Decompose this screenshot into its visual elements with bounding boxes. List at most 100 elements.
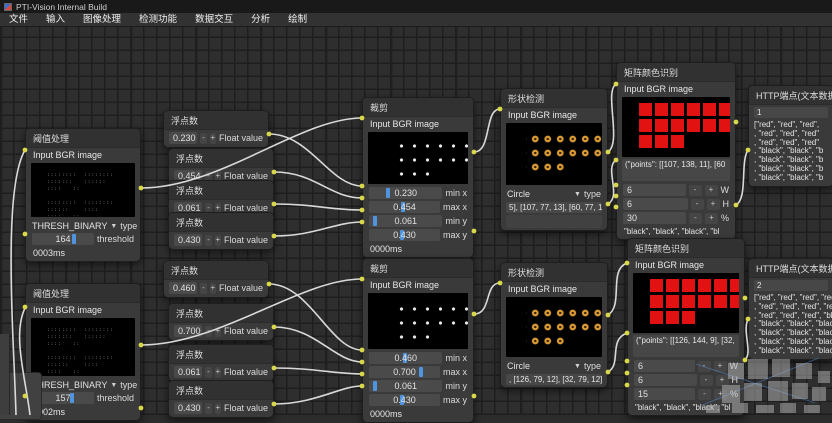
node-title[interactable]: 阈值处理 [26, 284, 140, 303]
shape-detect-node-1[interactable]: 形状检测 Input BGR image Circle ▼ type 5], [… [500, 88, 608, 231]
window-titlebar[interactable]: PTI-Vision Internal Build [0, 0, 832, 13]
endpoint-id-field[interactable]: 1 [754, 107, 828, 118]
points-output-field-2[interactable] [506, 215, 602, 228]
points-output-field[interactable]: , [126, 79, 12], [32, 79, 12], [ [506, 374, 602, 385]
slider-thumb[interactable] [72, 234, 76, 244]
threshold-slider[interactable]: 164 [32, 233, 94, 245]
decrement-button[interactable]: - [205, 403, 211, 414]
decrement-button[interactable]: - [205, 235, 211, 246]
min-y-slider[interactable]: 0.061 [369, 215, 442, 227]
chevron-down-icon[interactable]: ▼ [110, 382, 117, 389]
node-title[interactable]: 浮点数 [169, 381, 273, 400]
increment-button[interactable]: + [705, 213, 718, 224]
decrement-button[interactable]: - [689, 185, 702, 196]
matrix-color-node-2[interactable]: 矩阵颜色识别 Input BGR image ("points": [[126,… [627, 238, 745, 416]
node-title[interactable]: 阈值处理 [26, 129, 140, 148]
min-y-slider[interactable]: 0.061 [369, 380, 442, 392]
node-title[interactable]: 形状检测 [501, 263, 607, 282]
float-value-field[interactable]: 0.700 [174, 325, 202, 337]
min-x-slider[interactable]: 0.460 [369, 352, 442, 364]
max-x-slider[interactable]: 0.700 [369, 366, 440, 378]
decrement-button[interactable]: - [700, 375, 713, 386]
increment-button[interactable]: + [215, 326, 221, 337]
float-node-b2[interactable]: 浮点数 0.700 - + Float value [168, 303, 274, 341]
decrement-button[interactable]: - [200, 133, 206, 144]
menu-draw[interactable]: 绘制 [279, 13, 316, 27]
increment-button[interactable]: + [215, 403, 221, 414]
percent-field[interactable]: 30 [623, 212, 686, 224]
increment-button[interactable]: + [210, 283, 216, 294]
shape-type-value[interactable]: Circle [507, 189, 571, 199]
node-title[interactable]: HTTP端点(文本数据) [749, 259, 832, 278]
menu-data-exchange[interactable]: 数据交互 [186, 13, 242, 27]
decrement-button[interactable]: - [698, 389, 711, 400]
slider-thumb[interactable] [419, 367, 423, 377]
menu-image-processing[interactable]: 图像处理 [74, 13, 130, 27]
points-output-field[interactable]: 5], [107, 77, 13], [60, 77, 13], [506, 202, 602, 213]
min-x-slider[interactable]: 0.230 [369, 187, 442, 199]
threshold-type-value[interactable]: THRESH_BINARY [32, 380, 107, 390]
decrement-button[interactable]: - [691, 199, 704, 210]
float-value-field[interactable]: 0.430 [174, 234, 202, 246]
max-y-slider[interactable]: 0.430 [369, 229, 440, 241]
slider-thumb[interactable] [373, 216, 377, 226]
decrement-button[interactable]: - [205, 326, 211, 337]
points-input-field[interactable]: ("points": [[107, 138, 11], [60 [622, 159, 730, 181]
slider-thumb[interactable] [386, 188, 390, 198]
chevron-down-icon[interactable]: ▼ [574, 363, 581, 370]
http-endpoint-node-2[interactable]: HTTP端点(文本数据) 2 ["red", "red", "red", "re… [748, 258, 832, 360]
crop-node-1[interactable]: 裁剪 Input BGR image 0.230 min x 0.454 max… [362, 97, 474, 258]
float-node-b4[interactable]: 浮点数 0.430 - + Float value [168, 380, 274, 418]
float-value-field[interactable]: 0.460 [169, 282, 197, 294]
float-value-field[interactable]: 0.230 [169, 132, 197, 144]
float-value-field[interactable]: 0.061 [174, 366, 202, 378]
decrement-button[interactable]: - [698, 361, 711, 372]
node-title[interactable]: 形状检测 [501, 89, 607, 108]
matrix-color-node-1[interactable]: 矩阵颜色识别 Input BGR image ("points": [[107,… [616, 62, 736, 240]
node-title[interactable]: 浮点数 [169, 345, 273, 364]
float-node-b1[interactable]: 浮点数 0.460 - + Float value [163, 260, 269, 298]
increment-button[interactable]: + [215, 367, 221, 378]
float-value-field[interactable]: 0.430 [174, 402, 202, 414]
slider-thumb[interactable] [373, 381, 377, 391]
node-title[interactable]: 裁剪 [363, 98, 473, 117]
node-title[interactable]: 矩阵颜色识别 [617, 63, 735, 82]
chevron-down-icon[interactable]: ▼ [574, 191, 581, 198]
endpoint-id-field[interactable]: 2 [754, 280, 828, 291]
node-title[interactable]: 矩阵颜色识别 [628, 239, 744, 258]
percent-field[interactable]: 15 [634, 388, 695, 400]
chevron-down-icon[interactable]: ▼ [110, 223, 117, 230]
increment-button[interactable]: + [716, 375, 729, 386]
h-field[interactable]: 6 [634, 374, 697, 386]
menu-input[interactable]: 输入 [37, 13, 74, 27]
increment-button[interactable]: + [705, 185, 718, 196]
node-title[interactable]: 浮点数 [169, 304, 273, 323]
float-node-b3[interactable]: 浮点数 0.061 - + Float value [168, 344, 274, 382]
threshold-node-2[interactable]: 阈值处理 Input BGR image :::::::: :::::::: :… [25, 283, 141, 421]
increment-button[interactable]: + [215, 235, 221, 246]
points-input-field[interactable]: ("points": [[126, 144, 9], [32, [633, 335, 739, 357]
node-title[interactable]: 浮点数 [169, 149, 273, 168]
node-title[interactable]: 浮点数 [164, 261, 268, 280]
node-title[interactable]: HTTP端点(文本数据 [749, 86, 832, 105]
float-node-a4[interactable]: 浮点数 0.430 - + Float value [168, 212, 274, 250]
decrement-button[interactable]: - [205, 367, 211, 378]
w-field[interactable]: 6 [623, 184, 686, 196]
max-x-slider[interactable]: 0.454 [369, 201, 440, 213]
increment-button[interactable]: + [714, 361, 727, 372]
node-title[interactable]: 浮点数 [169, 181, 273, 200]
node-title[interactable]: 浮点数 [164, 111, 268, 130]
threshold-type-value[interactable]: THRESH_BINARY [32, 221, 107, 231]
threshold-node-1[interactable]: 阈值处理 Input BGR image :::::::: :::::::: :… [25, 128, 141, 262]
menu-file[interactable]: 文件 [0, 13, 37, 27]
increment-button[interactable]: + [707, 199, 720, 210]
increment-button[interactable]: + [714, 389, 727, 400]
shape-type-value[interactable]: Circle [507, 361, 571, 371]
decrement-button[interactable]: - [689, 213, 702, 224]
max-y-slider[interactable]: 0.430 [369, 394, 440, 406]
decrement-button[interactable]: - [200, 283, 206, 294]
http-endpoint-node-1[interactable]: HTTP端点(文本数据 1 ["red", "red", "red", , "r… [748, 85, 832, 187]
increment-button[interactable]: + [210, 133, 216, 144]
crop-node-2[interactable]: 裁剪 Input BGR image 0.460 min x 0.700 max… [362, 258, 474, 423]
h-field[interactable]: 6 [623, 198, 688, 210]
